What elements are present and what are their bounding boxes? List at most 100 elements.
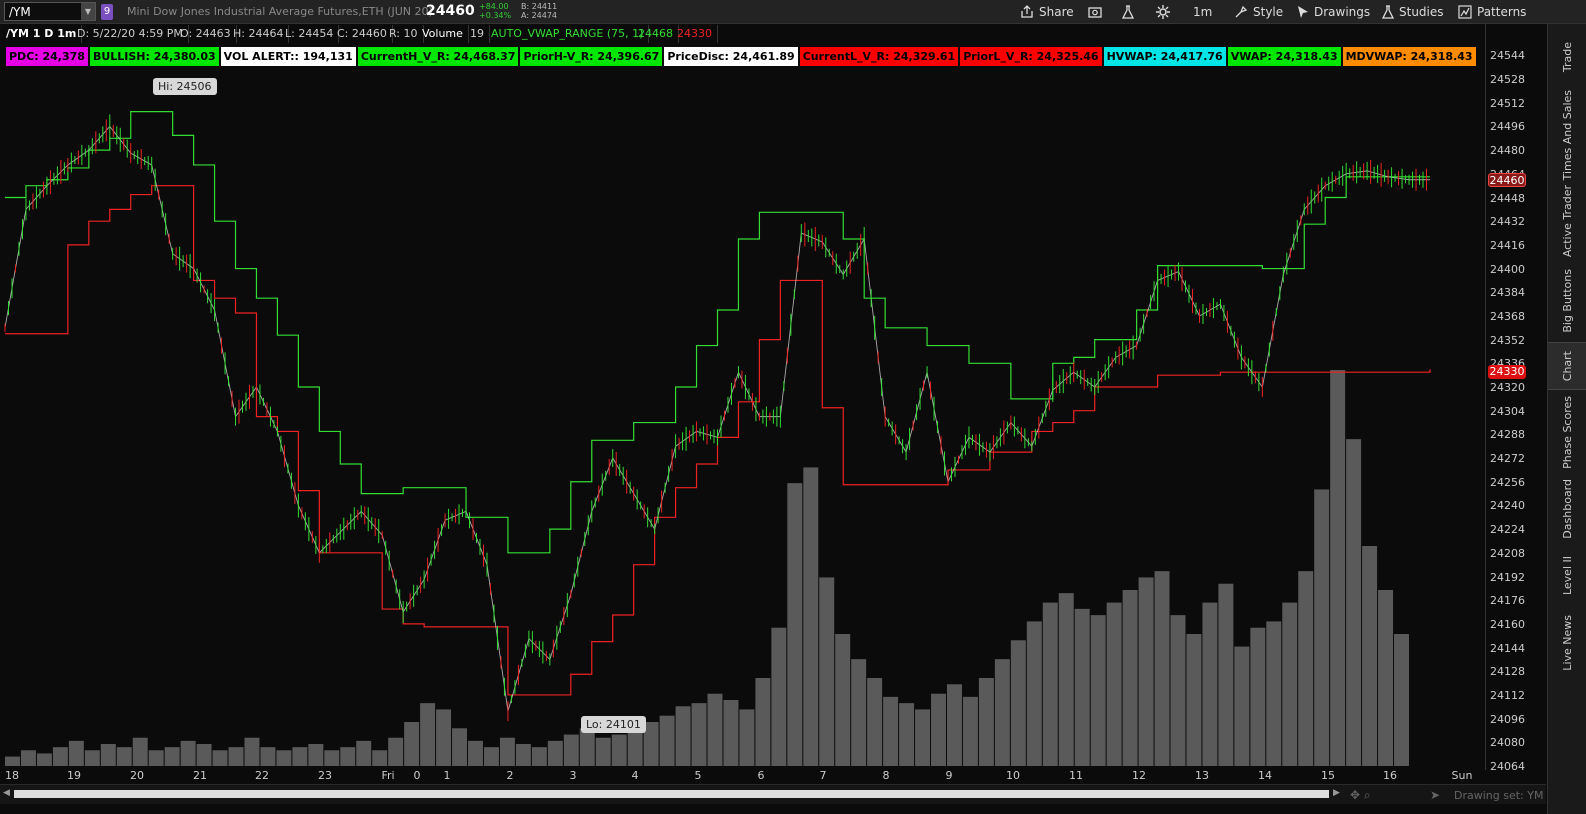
volume-bar: [196, 744, 212, 766]
volume-bar: [1314, 489, 1330, 766]
volume-bar: [627, 728, 643, 766]
volume-bar: [851, 659, 867, 766]
lower-range-price-tag: 24330: [1488, 365, 1526, 380]
sidebar-tab-dashboard[interactable]: Dashboard: [1548, 474, 1586, 544]
volume-bar: [643, 722, 659, 766]
price-tick-label: 24384: [1490, 286, 1525, 300]
volume-bar: [1122, 590, 1138, 766]
sidebar-tab-label: Dashboard: [1560, 479, 1574, 539]
price-tick-label: 24432: [1490, 215, 1525, 229]
volume-bar: [659, 715, 675, 766]
volume-bar: [1234, 646, 1250, 766]
scrollbar-thumb[interactable]: [14, 790, 1329, 798]
sidebar-tab-label: Active Trader: [1560, 184, 1574, 258]
volume-bar: [691, 703, 707, 766]
sidebar-tab-chart[interactable]: Chart: [1548, 342, 1586, 390]
sidebar-tab-big-buttons[interactable]: Big Buttons: [1548, 262, 1586, 340]
volume-bar: [68, 740, 84, 766]
time-tick-label: 7: [819, 769, 827, 782]
volume-bar: [595, 737, 611, 766]
sidebar-tab-level-ii[interactable]: Level II: [1548, 546, 1586, 606]
volume-bar: [228, 747, 244, 766]
sidebar-tab-phase-scores[interactable]: Phase Scores: [1548, 392, 1586, 472]
right-sidebar: Trade Times And Sales Active Trader Big But…: [1547, 24, 1586, 814]
volume-bar: [164, 747, 180, 766]
price-tick-label: 24448: [1490, 191, 1525, 205]
volume-bar: [675, 706, 691, 766]
volume-bar: [994, 659, 1010, 766]
cursor-mode-icon[interactable]: ➤: [1430, 788, 1440, 802]
sidebar-tab-active-trader[interactable]: Active Trader: [1548, 182, 1586, 260]
time-tick-label: 23: [318, 769, 332, 782]
volume-bar: [1042, 602, 1058, 766]
time-tick-label: 21: [193, 769, 207, 782]
sidebar-tab-trade[interactable]: Trade: [1548, 26, 1586, 88]
time-tick-label: 8: [882, 769, 890, 782]
volume-bar: [260, 747, 276, 766]
sidebar-tab-label: Level II: [1560, 556, 1574, 596]
price-tick-label: 24368: [1490, 309, 1525, 323]
time-tick-label: 10: [1006, 769, 1020, 782]
time-tick-label: 3: [569, 769, 577, 782]
volume-bar: [1330, 370, 1346, 766]
last-price-tag: 24460: [1488, 172, 1526, 187]
study-label: VWAP: 24,318.43: [1227, 47, 1341, 66]
time-tick-label: 0: [413, 769, 421, 782]
sidebar-tab-live-news[interactable]: Live News: [1548, 608, 1586, 678]
time-tick-label: 20: [130, 769, 144, 782]
time-tick-label: 4: [631, 769, 639, 782]
price-tick-label: 24128: [1490, 665, 1525, 679]
volume-bar: [1138, 577, 1154, 766]
volume-bar: [978, 678, 994, 766]
price-tick-label: 24096: [1490, 712, 1525, 726]
scroll-left-icon[interactable]: ◀: [3, 788, 10, 798]
zoom-tools-icon[interactable]: ✥ ⌕: [1350, 788, 1371, 803]
time-tick-label: 13: [1195, 769, 1209, 782]
price-tick-label: 24496: [1490, 120, 1525, 134]
price-chart-canvas[interactable]: [0, 0, 1484, 768]
volume-bar: [499, 737, 515, 766]
volume-bar: [5, 756, 20, 766]
volume-bar: [372, 750, 388, 766]
volume-bar: [1106, 602, 1122, 766]
chart-scrollbar[interactable]: ◀ ▶ ✥ ⌕ ➤ Drawing set: YM: [0, 784, 1546, 804]
volume-bar: [1010, 640, 1026, 766]
study-label: HVWAP: 24,417.76: [1103, 47, 1226, 66]
study-label: PriorL_V_R: 24,325.46: [960, 47, 1102, 66]
price-tick-label: 24272: [1490, 452, 1525, 466]
volume-bar: [420, 703, 436, 766]
sidebar-tab-label: Chart: [1560, 350, 1574, 382]
volume-bar: [723, 700, 739, 766]
volume-bar: [1250, 627, 1266, 766]
volume-bar: [883, 696, 899, 766]
price-tick-label: 24304: [1490, 404, 1525, 418]
study-label: PDC: 24,378: [6, 47, 88, 66]
price-axis[interactable]: 2454424528245122449624480244642444824432…: [1485, 24, 1547, 773]
low-marker: Lo: 24101: [581, 716, 646, 733]
time-axis[interactable]: 18 19 20 21 22 23 Fri 0 1 2 3 4 5 6 7 8 9 10 11 12 13 14 15 16 S…: [0, 768, 1484, 784]
scroll-right-icon[interactable]: ▶: [1333, 788, 1340, 798]
study-label: VOL ALERT:: 194,131: [220, 47, 356, 66]
time-tick-label: 14: [1258, 769, 1272, 782]
volume-bar: [755, 678, 771, 766]
study-label: PriorH-V_R: 24,396.67: [520, 47, 663, 66]
volume-bar: [180, 740, 196, 766]
time-tick-label: 19: [67, 769, 81, 782]
volume-bar: [1090, 615, 1106, 766]
volume-bar: [84, 750, 100, 766]
study-label: CurrentL_V_R: 24,329.61: [799, 47, 959, 66]
volume-bar: [292, 747, 308, 766]
sidebar-tab-times-and-sales[interactable]: Times And Sales: [1548, 90, 1586, 180]
volume-bar: [36, 753, 52, 766]
price-tick-label: 24320: [1490, 381, 1525, 394]
volume-bar: [563, 734, 579, 766]
study-label: CurrentH_V_R: 24,468.37: [357, 47, 519, 66]
sidebar-tab-label: Times And Sales: [1560, 89, 1574, 181]
volume-bar: [946, 684, 962, 766]
volume-bar: [835, 634, 851, 766]
volume-bar: [579, 728, 595, 766]
price-tick-label: 24240: [1490, 499, 1525, 513]
price-tick-label: 24192: [1490, 570, 1525, 584]
volume-bar: [132, 737, 148, 766]
time-tick-label: 1: [443, 769, 451, 782]
